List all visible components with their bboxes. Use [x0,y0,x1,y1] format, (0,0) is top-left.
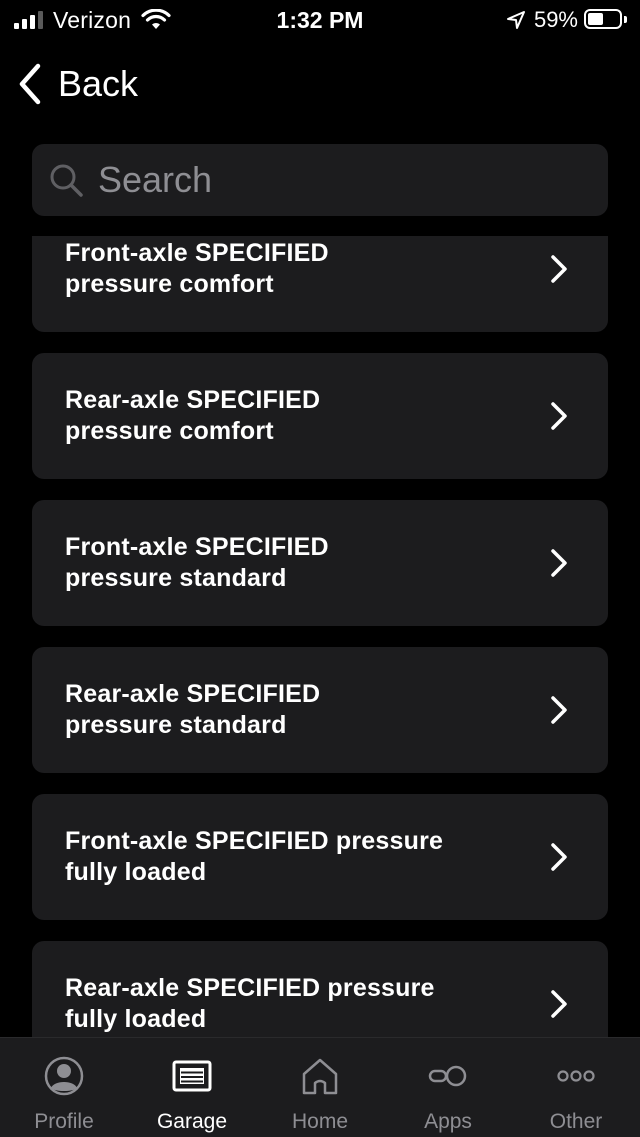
tab-label: Home [291,1110,349,1133]
search-input[interactable] [96,158,580,202]
tab-label: Other [549,1110,603,1133]
apps-icon [428,1065,467,1087]
list-item[interactable]: Rear-axle SPECIFIED pressure standard [32,647,608,773]
status-right: 59% [506,6,628,34]
profile-icon [44,1056,84,1096]
tab-other[interactable]: Other [512,1038,640,1137]
battery-percent: 59% [533,7,578,32]
tab-label: Garage [156,1110,228,1133]
settings-list-content: Front-axle SPECIFIED pressure comfort Rea… [32,236,608,1037]
location-arrow-icon [506,11,525,29]
chevron-left-icon [19,63,41,105]
chevron-right-icon [551,549,567,577]
chevron-right-icon [551,990,567,1018]
list-item-label: Front-axle SPECIFIED pressure comfort [65,239,329,298]
back-button[interactable]: Back [16,56,138,112]
list-item-label: Rear-axle SPECIFIED pressure fully loade… [65,974,435,1033]
tab-garage[interactable]: Garage [128,1038,256,1137]
list-item-label: Front-axle SPECIFIED pressure fully load… [65,827,444,886]
home-icon [302,1058,338,1095]
search-icon [50,164,83,197]
list-item-label: Front-axle SPECIFIED pressure standard [65,533,329,592]
back-label: Back [58,63,139,104]
list-item-label: Rear-axle SPECIFIED pressure standard [65,680,321,739]
list-item[interactable]: Rear-axle SPECIFIED pressure comfort [32,353,608,479]
tab-label: Apps [424,1110,472,1133]
list-item[interactable]: Front-axle SPECIFIED pressure standard [32,500,608,626]
list-item-label: Rear-axle SPECIFIED pressure comfort [65,386,321,445]
chevron-right-icon [551,843,567,871]
tab-home[interactable]: Home [256,1038,384,1137]
tab-label: Profile [34,1110,94,1133]
status-bar: Verizon 1:32 PM 59% [0,0,640,40]
settings-list[interactable]: Front-axle SPECIFIED pressure comfort Rea… [0,236,640,1037]
more-icon [557,1070,595,1082]
list-item[interactable]: Front-axle SPECIFIED pressure comfort [32,236,608,332]
battery-icon [584,9,628,31]
chevron-right-icon [551,696,567,724]
list-item[interactable]: Rear-axle SPECIFIED pressure fully loade… [32,941,608,1037]
chevron-right-icon [551,255,567,283]
tab-profile[interactable]: Profile [0,1038,128,1137]
list-item[interactable]: Front-axle SPECIFIED pressure fully load… [32,794,608,920]
tab-apps[interactable]: Apps [384,1038,512,1137]
chevron-right-icon [551,402,567,430]
garage-icon [172,1060,212,1092]
tab-bar: Profile Garage Home Apps Other [0,1037,640,1137]
search-bar[interactable] [32,144,608,216]
